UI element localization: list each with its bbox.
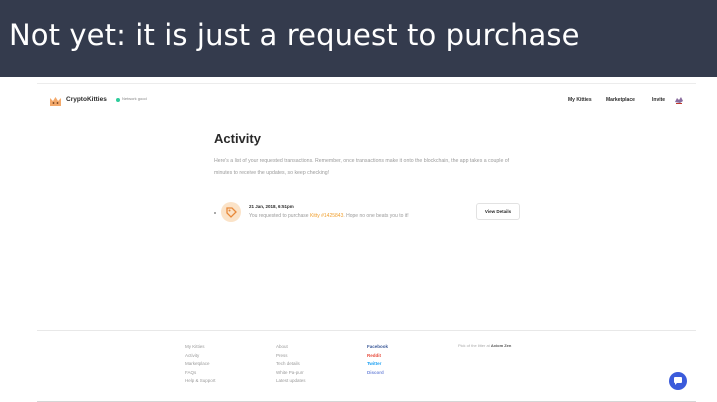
top-nav: CryptoKitties Network good My Kitties Ma… bbox=[37, 84, 696, 120]
timeline-dot bbox=[214, 212, 216, 214]
transaction-date: 21 Jan, 2018, 6:51pm bbox=[249, 204, 294, 209]
footer-credit: Pick of the litter at Axiom Zen bbox=[458, 343, 511, 348]
cryptokitties-screenshot: CryptoKitties Network good My Kitties Ma… bbox=[37, 83, 696, 402]
view-details-button[interactable]: View Details bbox=[476, 203, 520, 220]
slide-header: Not yet: it is just a request to purchas… bbox=[0, 0, 717, 77]
network-status-label: Network good bbox=[122, 96, 147, 101]
transaction-tag-icon bbox=[221, 202, 241, 222]
nav-invite[interactable]: Invite bbox=[652, 97, 665, 103]
footer-credit-prefix: Pick of the litter at bbox=[458, 343, 491, 348]
nav-my-kitties[interactable]: My Kitties bbox=[568, 97, 592, 103]
footer-link-facebook[interactable]: Facebook bbox=[367, 343, 388, 352]
cryptokitties-logo-icon[interactable] bbox=[49, 96, 62, 107]
kitty-link[interactable]: Kitty #1425843 bbox=[310, 213, 343, 219]
footer-divider bbox=[37, 330, 696, 331]
footer-link-twitter[interactable]: Twitter bbox=[367, 360, 388, 369]
page-title: Activity bbox=[214, 131, 261, 146]
footer-links-about: About Press Tech details White Pa-purr L… bbox=[276, 343, 306, 386]
footer-link-activity[interactable]: Activity bbox=[185, 352, 216, 361]
footer-link-about[interactable]: About bbox=[276, 343, 306, 352]
footer-link-latest-updates[interactable]: Latest updates bbox=[276, 377, 306, 386]
footer-links-main: My Kitties Activity Marketplace FAQs Hel… bbox=[185, 343, 216, 386]
footer-link-reddit[interactable]: Reddit bbox=[367, 352, 388, 361]
footer-social-links: Facebook Reddit Twitter Discord bbox=[367, 343, 388, 377]
profile-cat-icon[interactable] bbox=[674, 95, 684, 105]
footer-link-my-kitties[interactable]: My Kitties bbox=[185, 343, 216, 352]
transaction-message: You requested to purchase Kitty #1425843… bbox=[249, 213, 409, 219]
transaction-message-suffix: . Hope no one beats you to it! bbox=[343, 213, 409, 219]
slide-title: Not yet: it is just a request to purchas… bbox=[9, 18, 580, 52]
footer-link-help[interactable]: Help & Support bbox=[185, 377, 216, 386]
footer-link-discord[interactable]: Discord bbox=[367, 369, 388, 378]
network-status-icon bbox=[116, 98, 120, 102]
nav-marketplace[interactable]: Marketplace bbox=[606, 97, 635, 103]
chat-bubble-icon bbox=[674, 377, 682, 385]
brand-name[interactable]: CryptoKitties bbox=[66, 96, 107, 103]
footer-link-faqs[interactable]: FAQs bbox=[185, 369, 216, 378]
footer-link-white-paper[interactable]: White Pa-purr bbox=[276, 369, 306, 378]
transaction-message-prefix: You requested to purchase bbox=[249, 213, 310, 219]
activity-description: Here's a list of your requested transact… bbox=[214, 158, 510, 176]
chat-button[interactable] bbox=[669, 372, 687, 390]
footer-link-marketplace[interactable]: Marketplace bbox=[185, 360, 216, 369]
footer-link-press[interactable]: Press bbox=[276, 352, 306, 361]
axiom-zen-link[interactable]: Axiom Zen bbox=[491, 343, 511, 348]
footer-link-tech-details[interactable]: Tech details bbox=[276, 360, 306, 369]
